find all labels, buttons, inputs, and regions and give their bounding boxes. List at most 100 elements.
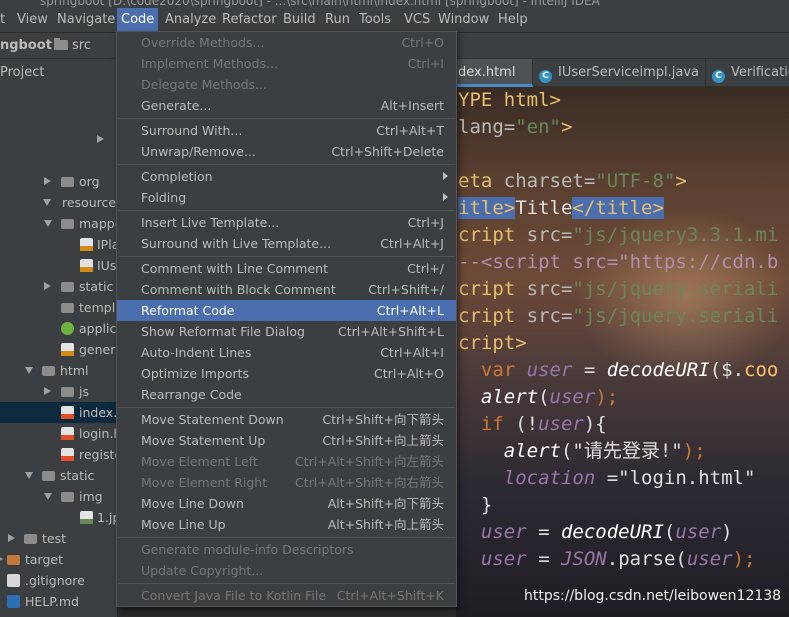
menu-navigate[interactable]: Navigate <box>57 8 115 32</box>
menu-item-move-line-down[interactable]: Move Line Down Alt+Shift+向下箭头 <box>117 493 456 514</box>
menu-item-override-methods[interactable]: Override Methods... Ctrl+O <box>117 32 456 53</box>
submenu-arrow-icon <box>443 172 448 180</box>
watermark-text: https://blog.csdn.net/leibowen12138 <box>524 588 782 604</box>
tree-row-help-md[interactable]: HELP.md <box>0 591 117 612</box>
tree-row-templates[interactable]: templa <box>0 297 117 318</box>
excluded-folder-icon <box>7 555 20 565</box>
menu-item-move-line-up[interactable]: Move Line Up Alt+Shift+向上箭头 <box>117 514 456 535</box>
tree-row-register-html[interactable]: registe <box>0 444 117 465</box>
menu-item-convert-kotlin[interactable]: Convert Java File to Kotlin File Ctrl+Alt… <box>117 585 456 606</box>
menu-item-reformat-file-dialog[interactable]: Show Reformat File Dialog Ctrl+Alt+Shift+… <box>117 321 456 342</box>
menu-view[interactable]: View <box>17 8 48 32</box>
code-editor[interactable]: YPE html> lang="en"> eta charset="UTF-8"… <box>456 87 789 617</box>
menu-item-move-statement-up[interactable]: Move Statement Up Ctrl+Shift+向上箭头 <box>117 430 456 451</box>
menu-item-reformat-code[interactable]: Reformat Code Ctrl+Alt+L <box>117 300 456 321</box>
collapse-arrow-icon[interactable] <box>25 472 33 479</box>
tree-row-mapper[interactable]: mappe <box>0 213 117 234</box>
menu-item-line-comment[interactable]: Comment with Line Comment Ctrl+/ <box>117 258 456 279</box>
menu-item-move-statement-down[interactable]: Move Statement Down Ctrl+Shift+向下箭头 <box>117 409 456 430</box>
breadcrumb-src[interactable]: src <box>54 33 91 59</box>
tree-label: applica <box>79 321 117 336</box>
tree-label: js <box>79 384 89 399</box>
xml-file-icon <box>80 259 93 272</box>
tree-row-html[interactable]: html <box>0 360 117 381</box>
menu-analyze[interactable]: Analyze <box>165 8 216 32</box>
tree-row-js[interactable]: js <box>0 381 117 402</box>
code-line: cript src="js/jquery3.3.1.mi <box>458 224 779 246</box>
java-class-icon: C <box>712 70 725 83</box>
menu-item-delegate-methods[interactable]: Delegate Methods... <box>117 74 456 95</box>
expand-arrow-icon[interactable] <box>44 282 51 290</box>
tree-row-application[interactable]: applica <box>0 318 117 339</box>
editor-tabs: dex.html C IUserServiceimpl.java C Verific… <box>456 59 789 87</box>
menu-item-update-copyright[interactable]: Update Copyright... <box>117 560 456 581</box>
tree-row-index-html[interactable]: index.h <box>0 402 117 423</box>
html-file-icon <box>61 406 74 419</box>
menu-item-optimize-imports[interactable]: Optimize Imports Ctrl+Alt+O <box>117 363 456 384</box>
menu-refactor[interactable]: Refactor <box>222 8 277 32</box>
folder-icon <box>61 303 74 313</box>
menu-item-auto-indent[interactable]: Auto-Indent Lines Ctrl+Alt+I <box>117 342 456 363</box>
tree-label: img <box>79 489 103 504</box>
expand-arrow-icon[interactable] <box>44 387 51 395</box>
menu-help[interactable]: Help <box>498 8 528 32</box>
collapse-arrow-icon[interactable] <box>44 220 52 227</box>
tree-row-generator[interactable]: genera <box>0 339 117 360</box>
expand-arrow-icon[interactable] <box>0 555 3 563</box>
menu-item-rearrange-code[interactable]: Rearrange Code <box>117 384 456 405</box>
image-file-icon <box>80 511 93 524</box>
collapse-arrow-icon[interactable] <box>44 493 52 500</box>
menu-item-insert-live-template[interactable]: Insert Live Template... Ctrl+J <box>117 212 456 233</box>
menu-item-move-element-right[interactable]: Move Element Right Ctrl+Alt+Shift+向右箭头 <box>117 472 456 493</box>
code-dropdown-menu: Override Methods... Ctrl+O Implement Meth… <box>116 31 457 607</box>
collapse-arrow-icon[interactable] <box>25 367 33 374</box>
menu-item-surround-with[interactable]: Surround With... Ctrl+Alt+T <box>117 120 456 141</box>
menu-run[interactable]: Run <box>325 8 350 32</box>
tree-label: static <box>60 468 95 483</box>
menu-item-block-comment[interactable]: Comment with Block Comment Ctrl+Shift+/ <box>117 279 456 300</box>
menu-item-generate[interactable]: Generate... Alt+Insert <box>117 95 456 116</box>
menu-item-implement-methods[interactable]: Implement Methods... Ctrl+I <box>117 53 456 74</box>
menu-item-surround-live-template[interactable]: Surround with Live Template... Ctrl+Alt+J <box>117 233 456 254</box>
expand-arrow-icon[interactable] <box>8 534 15 542</box>
menu-file[interactable]: t <box>0 8 5 32</box>
tab-iuserserviceimpl[interactable]: C IUserServiceimpl.java <box>533 59 706 87</box>
tree-row-iuser-xml[interactable]: IUs <box>0 255 117 276</box>
folder-icon <box>61 219 74 229</box>
tree-label: test <box>42 531 67 546</box>
tree-row-login-html[interactable]: login.h <box>0 423 117 444</box>
tree-row-gitignore[interactable]: .gitignore <box>0 570 117 591</box>
breadcrumb-project[interactable]: ngboot <box>0 33 52 59</box>
tree-row-iplan-xml[interactable]: IPla <box>0 234 117 255</box>
tree-row-test[interactable]: test <box>0 528 117 549</box>
tab-index-html[interactable]: dex.html <box>456 59 533 87</box>
code-line: cript> <box>458 332 527 354</box>
tree-row-static-2[interactable]: static <box>0 465 117 486</box>
expand-arrow-icon[interactable] <box>44 177 51 185</box>
tree-label: html <box>60 363 89 378</box>
tree-row-org[interactable]: org <box>0 171 117 192</box>
tree-row-static[interactable]: static <box>0 276 117 297</box>
menu-item-folding[interactable]: Folding <box>117 187 456 208</box>
menu-item-module-info[interactable]: Generate module-info Descriptors <box>117 539 456 560</box>
tree-row-1-jpg[interactable]: 1.jp <box>0 507 117 528</box>
folder-icon <box>61 387 74 397</box>
menu-build[interactable]: Build <box>283 8 316 32</box>
menu-vcs[interactable]: VCS <box>404 8 430 32</box>
tree-row-target[interactable]: target <box>0 549 117 570</box>
menu-code[interactable]: Code <box>117 8 159 32</box>
collapse-arrow-icon[interactable] <box>43 199 51 206</box>
spring-config-icon <box>61 322 74 335</box>
java-class-icon: C <box>539 70 552 83</box>
menu-item-completion[interactable]: Completion <box>117 166 456 187</box>
menu-item-unwrap-remove[interactable]: Unwrap/Remove... Ctrl+Shift+Delete <box>117 141 456 162</box>
tree-row-collapsed[interactable] <box>0 129 117 150</box>
menu-item-move-element-left[interactable]: Move Element Left Ctrl+Alt+Shift+向左箭头 <box>117 451 456 472</box>
menu-tools[interactable]: Tools <box>359 8 391 32</box>
xml-file-icon <box>61 343 74 356</box>
tree-row-img[interactable]: img <box>0 486 117 507</box>
menu-window[interactable]: Window <box>438 8 489 32</box>
tab-verification[interactable]: C Verification <box>706 59 789 87</box>
tree-row-resources[interactable]: resources <box>0 192 117 213</box>
expand-arrow-icon[interactable] <box>97 135 104 143</box>
